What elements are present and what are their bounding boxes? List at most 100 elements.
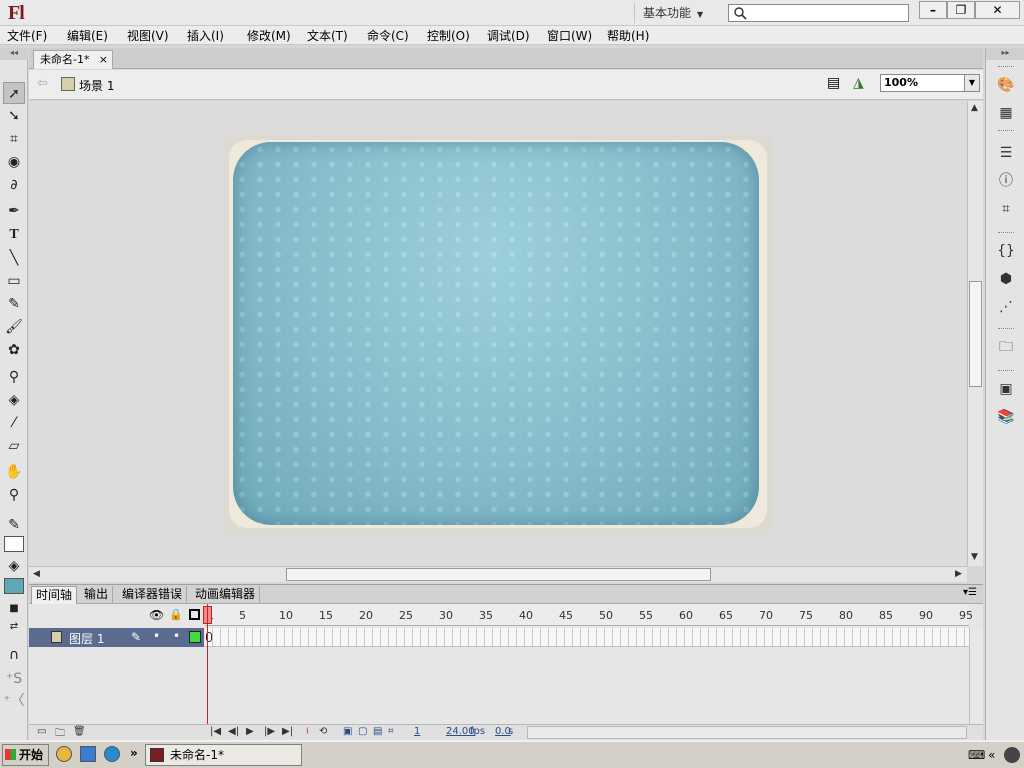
- go-last-frame-icon[interactable]: ▶|: [282, 726, 293, 737]
- lasso-tool-icon[interactable]: ∂: [3, 174, 25, 196]
- menu-insert[interactable]: 插入(I): [187, 27, 224, 44]
- pencil-tool-icon[interactable]: ✎: [3, 293, 25, 315]
- new-layer-icon[interactable]: ▭: [37, 726, 46, 737]
- smooth-icon[interactable]: ⁺S: [3, 668, 25, 690]
- line-tool-icon[interactable]: ╲: [3, 247, 25, 269]
- minimize-button[interactable]: –: [919, 1, 947, 19]
- onion-outline-icon[interactable]: ▢: [358, 726, 367, 737]
- stroke-color-icon[interactable]: ✎: [3, 514, 25, 536]
- panel-group-grip[interactable]: [998, 370, 1014, 373]
- straighten-icon[interactable]: ⁺〈: [3, 690, 25, 712]
- menu-commands[interactable]: 命令(C): [367, 27, 409, 44]
- quick-launch-icon[interactable]: [104, 746, 120, 762]
- tab-output[interactable]: 输出: [80, 586, 114, 604]
- scroll-left-icon[interactable]: ◀: [33, 569, 40, 579]
- lock-dot[interactable]: •: [173, 629, 180, 643]
- stage-canvas[interactable]: [223, 134, 773, 534]
- zoom-tool-icon[interactable]: ⚲: [3, 484, 25, 506]
- stroke-color-swatch[interactable]: [4, 536, 24, 552]
- 3d-rotation-tool-icon[interactable]: ◉: [3, 151, 25, 173]
- tab-motion-editor[interactable]: 动画编辑器: [191, 586, 261, 604]
- help-search-input[interactable]: [728, 4, 909, 22]
- components-panel-icon[interactable]: ⬢: [996, 270, 1016, 288]
- scroll-right-icon[interactable]: ▶: [955, 569, 962, 579]
- loop-icon[interactable]: ⟲: [319, 726, 327, 737]
- close-icon[interactable]: ×: [99, 51, 108, 69]
- frame-ruler[interactable]: 15101520253035404550556065707580859095: [205, 604, 973, 626]
- tray-expand-icon[interactable]: «: [988, 748, 995, 762]
- start-button[interactable]: 开始: [2, 744, 49, 766]
- panel-group-grip[interactable]: [998, 130, 1014, 133]
- scene-label[interactable]: 场景 1: [79, 77, 114, 94]
- panel-group-grip[interactable]: [998, 328, 1014, 331]
- tab-timeline[interactable]: 时间轴: [31, 586, 78, 604]
- polka-dot-card-graphic[interactable]: [233, 142, 759, 525]
- hand-tool-icon[interactable]: ✋: [3, 461, 25, 483]
- properties-panel-icon[interactable]: ▣: [996, 380, 1016, 398]
- media-player-icon[interactable]: [56, 746, 72, 762]
- current-frame[interactable]: 1: [414, 726, 420, 737]
- menu-file[interactable]: 文件(F): [7, 27, 47, 44]
- menu-view[interactable]: 视图(V): [127, 27, 169, 44]
- lock-icon[interactable]: 🔒: [169, 608, 183, 621]
- modify-onion-markers-icon[interactable]: ⌗: [388, 726, 394, 737]
- deco-tool-icon[interactable]: ✿: [3, 339, 25, 361]
- menu-debug[interactable]: 调试(D): [487, 27, 530, 44]
- document-tab[interactable]: 未命名-1* ×: [33, 50, 113, 69]
- brush-tool-icon[interactable]: 🖌: [3, 316, 25, 338]
- edit-symbols-icon[interactable]: ◮: [853, 75, 864, 91]
- chevron-down-icon[interactable]: ▼: [964, 74, 980, 92]
- edit-multiple-frames-icon[interactable]: ▤: [373, 726, 382, 737]
- tray-app-icon[interactable]: [1004, 747, 1020, 763]
- play-icon[interactable]: ▶: [246, 726, 254, 737]
- timeline-horizontal-scrollbar[interactable]: [527, 726, 967, 739]
- restore-button[interactable]: ❐: [947, 1, 975, 19]
- horizontal-scroll-thumb[interactable]: [286, 568, 711, 581]
- vertical-scroll-thumb[interactable]: [969, 281, 982, 387]
- center-frame-icon[interactable]: ⫮: [306, 726, 309, 737]
- text-tool-icon[interactable]: T: [3, 224, 25, 246]
- fill-color-icon[interactable]: ◈: [3, 555, 25, 577]
- panel-group-grip[interactable]: [998, 232, 1014, 235]
- close-button[interactable]: ✕: [975, 1, 1020, 19]
- step-back-icon[interactable]: ◀|: [228, 726, 239, 737]
- swatches-panel-icon[interactable]: ▦: [996, 104, 1016, 122]
- snap-to-objects-icon[interactable]: ∩: [3, 644, 25, 666]
- tab-compiler-errors[interactable]: 编译器错误: [118, 586, 188, 604]
- scroll-down-icon[interactable]: ▼: [971, 552, 978, 562]
- swap-colors-icon[interactable]: ⇄: [3, 616, 25, 638]
- menu-text[interactable]: 文本(T): [307, 27, 348, 44]
- eraser-tool-icon[interactable]: ▱: [3, 435, 25, 457]
- outline-icon[interactable]: [189, 609, 200, 620]
- transform-panel-icon[interactable]: ⌗: [996, 200, 1016, 218]
- menu-modify[interactable]: 修改(M): [247, 27, 291, 44]
- paint-bucket-tool-icon[interactable]: ◈: [3, 389, 25, 411]
- stage-vertical-scrollbar[interactable]: ▲ ▼: [967, 101, 983, 566]
- menu-edit[interactable]: 编辑(E): [67, 27, 108, 44]
- subselection-tool-icon[interactable]: ➘: [3, 105, 25, 127]
- color-panel-icon[interactable]: 🎨: [996, 76, 1016, 94]
- selection-tool-icon[interactable]: ➚: [3, 82, 25, 104]
- frame-grid[interactable]: [205, 628, 969, 647]
- workspace-switcher[interactable]: 基本功能 ▼: [634, 3, 718, 23]
- code-snippets-panel-icon[interactable]: {}: [996, 242, 1016, 260]
- info-panel-icon[interactable]: ⓘ: [996, 172, 1016, 190]
- project-panel-icon[interactable]: 🗀: [996, 338, 1016, 356]
- layer-row[interactable]: 图层 1 ✎ • •: [29, 628, 204, 647]
- rectangle-tool-icon[interactable]: ▭: [3, 270, 25, 292]
- panel-menu-icon[interactable]: ▾☰: [963, 587, 977, 598]
- motion-presets-panel-icon[interactable]: ⋰: [996, 298, 1016, 316]
- pen-tool-icon[interactable]: ✒: [3, 200, 25, 222]
- free-transform-tool-icon[interactable]: ⌗: [3, 128, 25, 150]
- quick-launch-overflow[interactable]: »: [130, 746, 138, 760]
- taskbar-item-flash[interactable]: 未命名-1*: [145, 744, 302, 766]
- library-panel-icon[interactable]: 📚: [996, 408, 1016, 426]
- menu-window[interactable]: 窗口(W): [547, 27, 592, 44]
- panel-collapse-grip[interactable]: ◂◂: [0, 48, 28, 60]
- edit-scene-icon[interactable]: ▤: [827, 75, 840, 91]
- menu-control[interactable]: 控制(O): [427, 27, 470, 44]
- panel-group-grip[interactable]: [998, 66, 1014, 69]
- scroll-up-icon[interactable]: ▲: [971, 103, 978, 113]
- step-forward-icon[interactable]: |▶: [264, 726, 275, 737]
- timeline-vertical-scrollbar[interactable]: [969, 628, 983, 724]
